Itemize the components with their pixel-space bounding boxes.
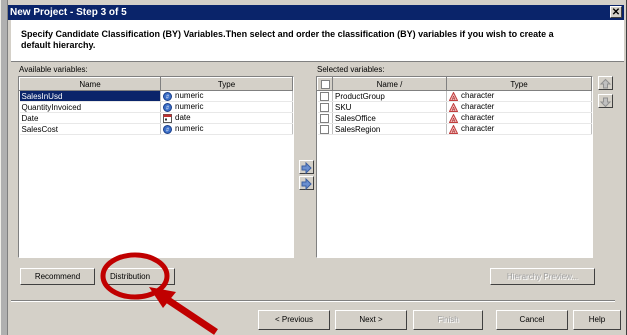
wizard-window: New Project - Step 3 of 5 ✕ Specify Cand… xyxy=(0,0,627,335)
pointer-arrow-icon xyxy=(149,287,218,335)
annotation-overlay xyxy=(100,252,218,335)
